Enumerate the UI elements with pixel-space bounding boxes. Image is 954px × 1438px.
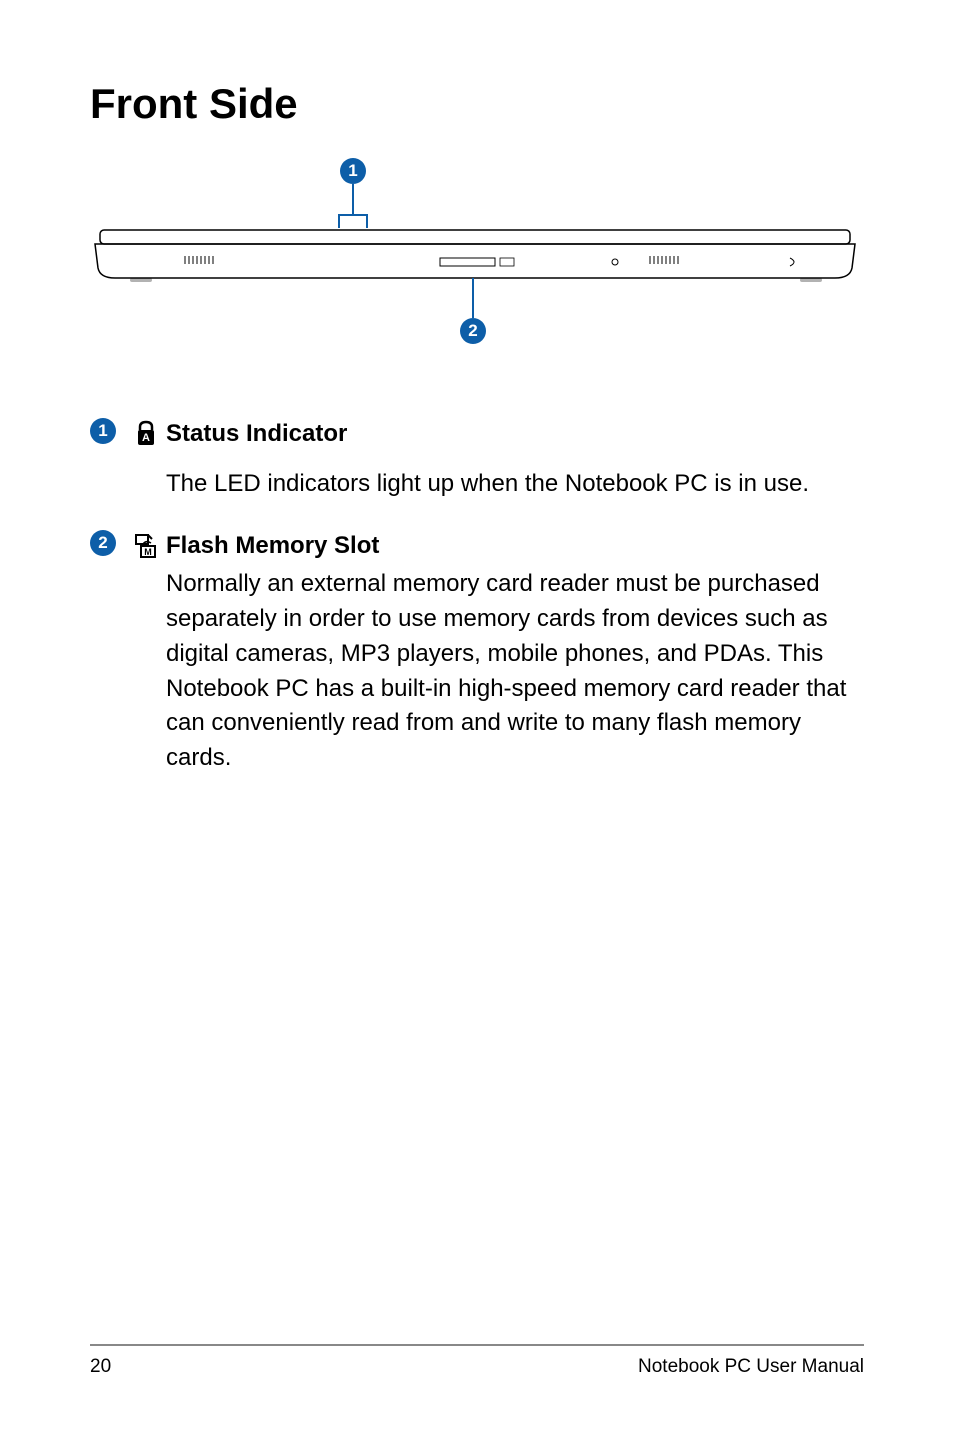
page-title: Front Side xyxy=(90,80,864,128)
callout-number-2: 2 xyxy=(460,318,486,344)
feature-item-1: 1 A Status Indicator xyxy=(90,418,864,449)
page-footer: 20 Notebook PC User Manual xyxy=(90,1344,864,1378)
svg-text:A: A xyxy=(142,432,150,444)
item-title-1: Status Indicator xyxy=(166,418,864,449)
footer-label: Notebook PC User Manual xyxy=(638,1356,864,1378)
item-desc-2: Normally an external memory card reader … xyxy=(166,567,864,776)
callout-line xyxy=(338,214,368,216)
feature-item-2: 2 M Flash Memory Slot Normally an extern… xyxy=(90,530,864,776)
front-side-diagram: 1 xyxy=(90,158,864,358)
svg-text:M: M xyxy=(144,547,152,557)
callout-line xyxy=(366,214,368,228)
callout-line xyxy=(352,184,354,214)
lock-icon: A xyxy=(134,420,158,448)
memory-card-icon: M xyxy=(133,532,159,560)
page-number: 20 xyxy=(90,1356,111,1378)
callout-line xyxy=(472,278,474,318)
item-desc-1: The LED indicators light up when the Not… xyxy=(90,467,864,502)
item-number-1: 1 xyxy=(90,418,116,444)
item-number-2: 2 xyxy=(90,530,116,556)
callout-line xyxy=(338,214,340,228)
laptop-front-illustration xyxy=(90,228,860,293)
item-title-2: Flash Memory Slot xyxy=(166,530,864,561)
callout-number-1: 1 xyxy=(340,158,366,184)
